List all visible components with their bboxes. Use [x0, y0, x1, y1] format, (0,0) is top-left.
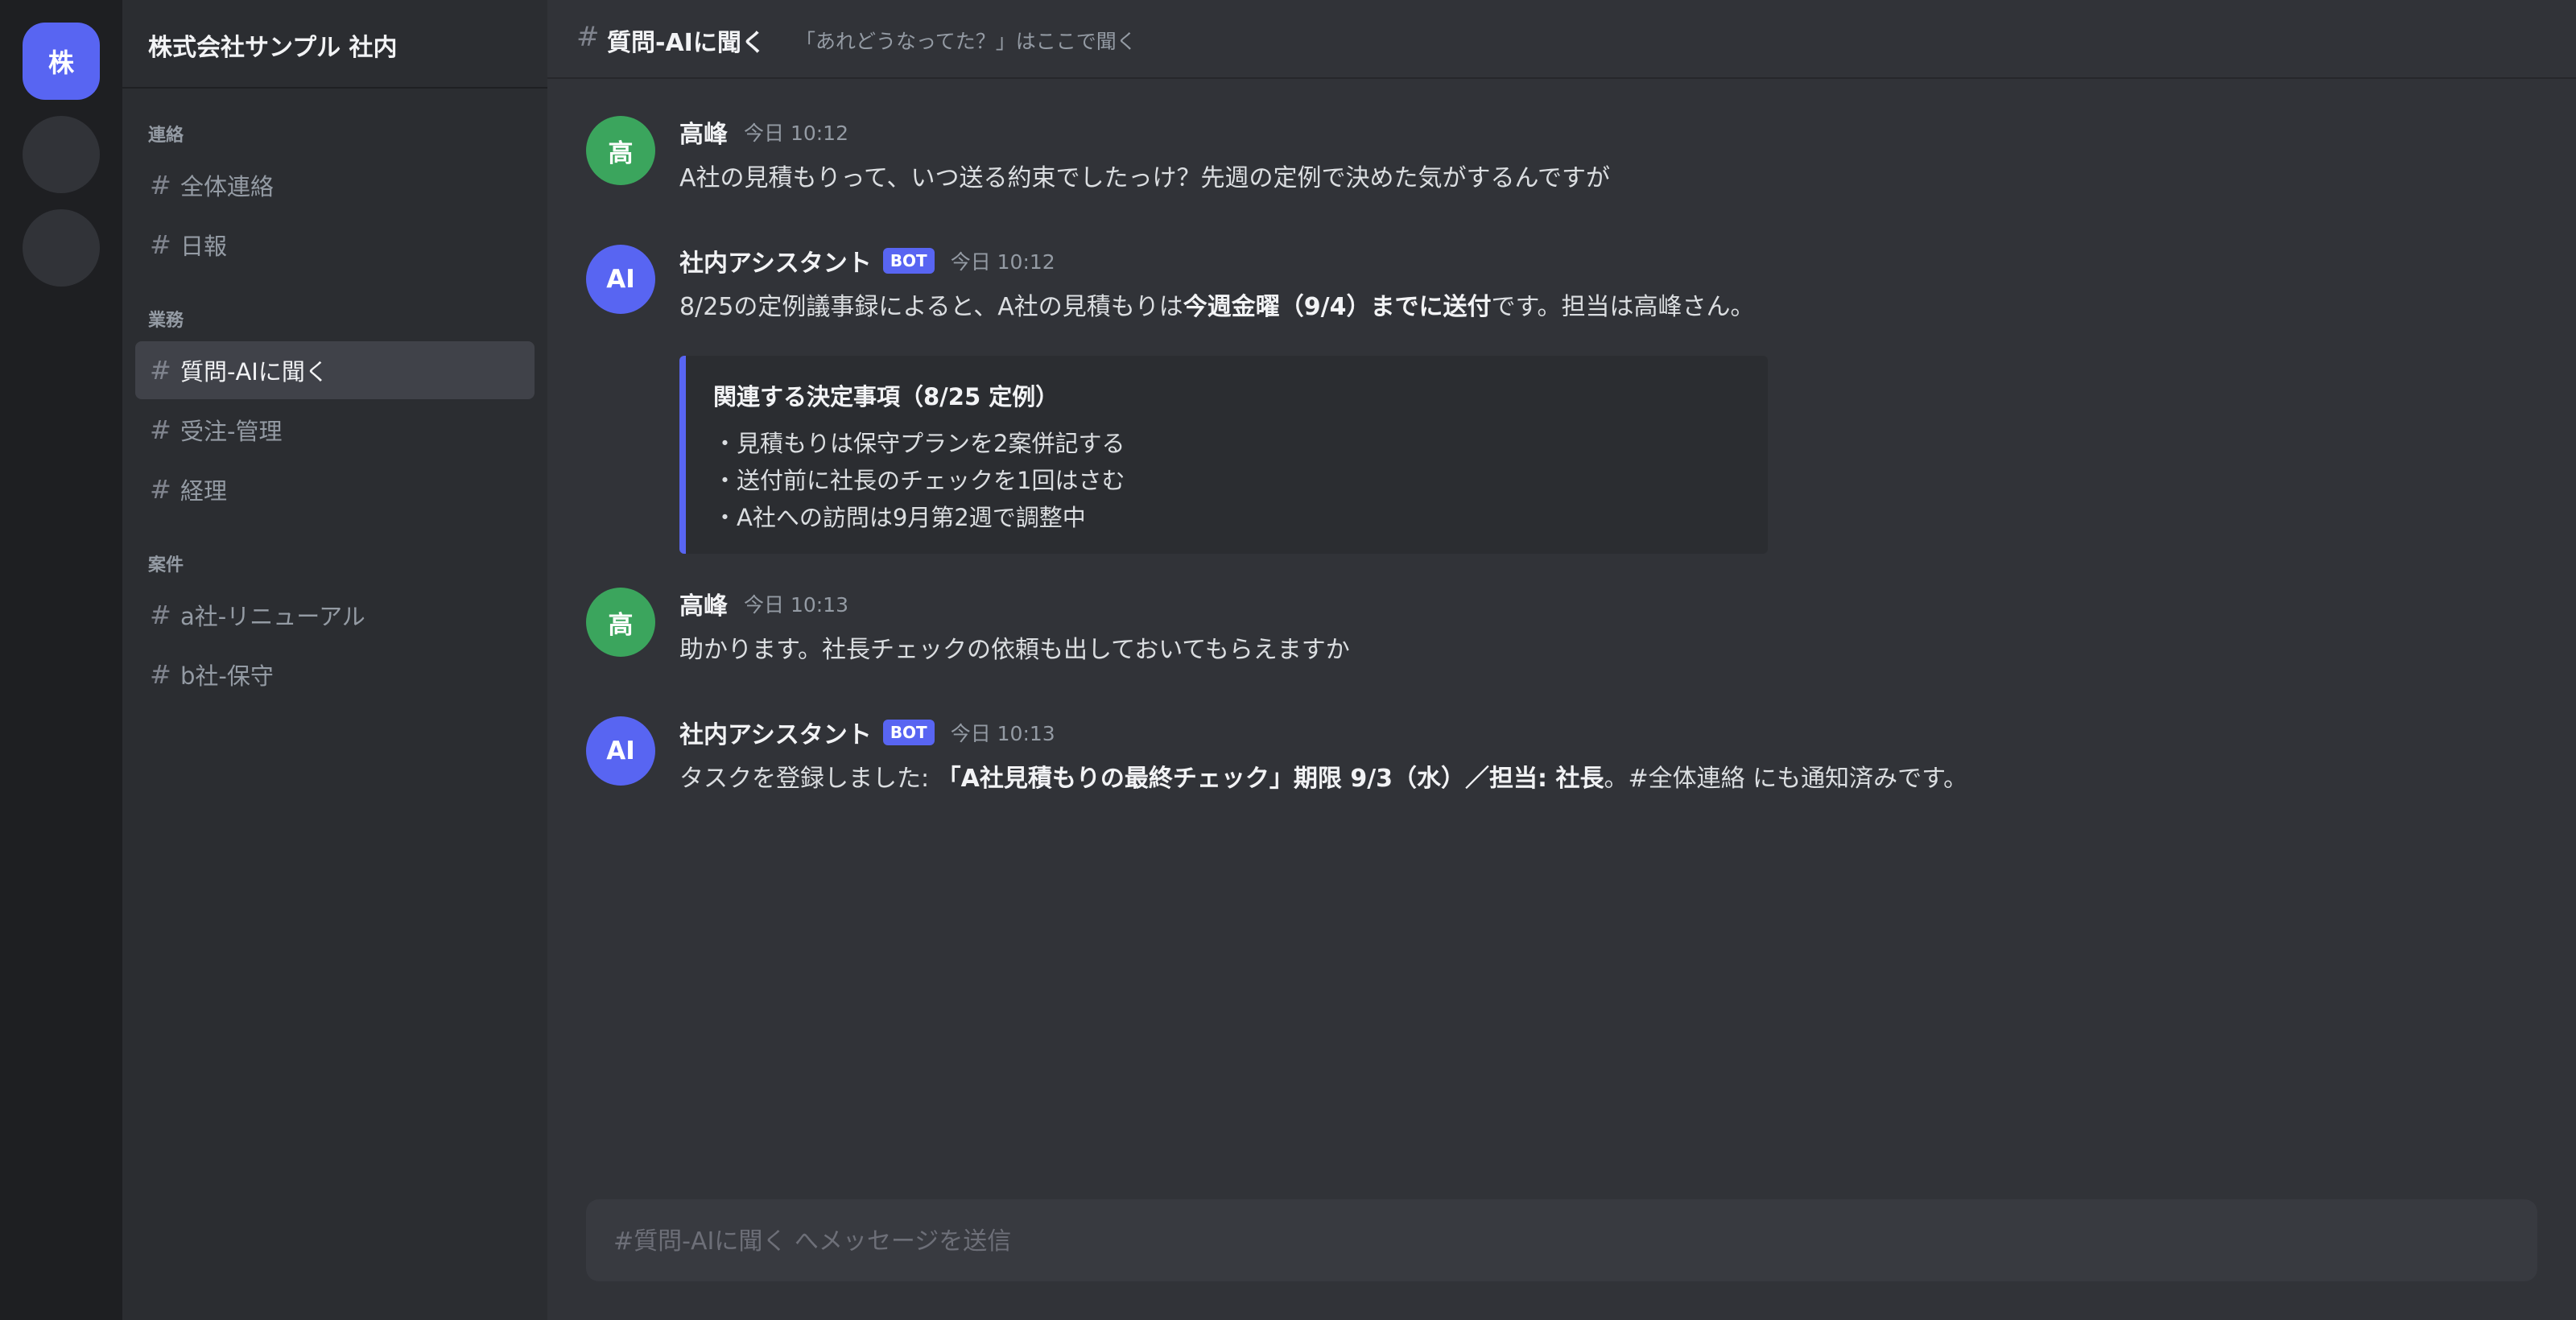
- timestamp: 今日 10:13: [744, 593, 848, 617]
- message-text-part: 8/25の定例議事録によると、A社の見積もりは: [679, 293, 1183, 321]
- timestamp: 今日 10:12: [950, 250, 1055, 274]
- message-composer: [586, 1199, 2537, 1283]
- hash-icon: #: [150, 474, 171, 505]
- message-text: 助かります。社長チェックの依頼も出しておいてもらえますか: [679, 636, 1350, 664]
- channel-name: a社-リニューアル: [180, 603, 365, 630]
- channel-name: 受注-管理: [180, 418, 283, 445]
- avatar[interactable]: AI: [586, 716, 655, 786]
- author-name[interactable]: 高峰: [679, 586, 728, 621]
- hash-icon: #: [576, 21, 600, 53]
- sidebar-channel-ai-question[interactable]: # 質問-AIに聞く: [135, 341, 535, 399]
- timestamp: 今日 10:12: [744, 122, 848, 145]
- hash-icon: #: [150, 659, 171, 690]
- hash-icon: #: [150, 170, 171, 200]
- embed-line: ・A社への訪問は9月第2週で調整中: [713, 504, 1086, 531]
- channel-title: 質問-AIに聞く: [607, 29, 766, 57]
- channel-name: 質問-AIに聞く: [180, 358, 328, 386]
- category-label[interactable]: 案件: [148, 551, 184, 576]
- message-text-bold: 今週金曜（9/4）までに送付: [1183, 293, 1492, 321]
- channel-header: # 質問-AIに聞く 「あれどうなってた？」はここで聞く: [547, 0, 2576, 79]
- message-text-part: タスクを登録しました:: [679, 765, 937, 793]
- avatar[interactable]: AI: [586, 245, 655, 314]
- message-text: A社の見積もりって、いつ送る約束でしたっけ？先週の定例で決めた気がするんですが: [679, 164, 1611, 192]
- sidebar-channel-zentai-renraku[interactable]: # 全体連絡: [135, 156, 535, 214]
- guild-name: 株式会社サンプル 社内: [148, 34, 398, 62]
- hash-icon: #: [150, 600, 171, 630]
- channel-name: 日報: [180, 233, 228, 260]
- embed-title: 関連する決定事項（8/25 定例）: [713, 383, 1059, 410]
- timestamp: 今日 10:13: [950, 722, 1055, 745]
- author-name[interactable]: 社内アシスタント: [679, 715, 872, 750]
- chat-main: # 質問-AIに聞く 「あれどうなってた？」はここで聞く 高 高峰 今日 10:…: [547, 0, 2576, 1320]
- hash-icon: #: [150, 229, 171, 260]
- sidebar-channel-keiri[interactable]: # 経理: [135, 460, 535, 518]
- category-label[interactable]: 連絡: [148, 121, 184, 146]
- message-input[interactable]: [612, 1199, 2515, 1283]
- server-icon[interactable]: [23, 116, 100, 193]
- embed-line: ・見積もりは保守プランを2案併記する: [713, 430, 1125, 457]
- channel-sidebar: 株式会社サンプル 社内 連絡 # 全体連絡 # 日報 業務 # 質問-AIに聞く…: [122, 0, 547, 1320]
- channel-name: 全体連絡: [180, 173, 275, 200]
- sidebar-channel-a-renewal[interactable]: # a社-リニューアル: [135, 586, 535, 644]
- server-icon-active[interactable]: 株: [23, 23, 100, 100]
- bot-badge: BOT: [882, 720, 935, 745]
- sidebar-channel-juchu-kanri[interactable]: # 受注-管理: [135, 401, 535, 459]
- server-icon[interactable]: [23, 209, 100, 287]
- channel-topic: 「あれどうなってた？」はここで聞く: [795, 30, 1137, 53]
- channel-name: b社-保守: [180, 662, 274, 690]
- server-rail: 株: [0, 0, 122, 1320]
- embed-line: ・送付前に社長のチェックを1回はさむ: [713, 467, 1125, 494]
- message-text-part: 。#全体連絡 にも通知済みです。: [1604, 765, 1968, 793]
- message-text-bold: 「A社見積もりの最終チェック」期限 9/3（水）／担当: 社長: [936, 765, 1604, 793]
- avatar[interactable]: 高: [586, 116, 655, 185]
- embed-card: 関連する決定事項（8/25 定例） ・見積もりは保守プランを2案併記する ・送付…: [679, 356, 1768, 554]
- guild-header[interactable]: 株式会社サンプル 社内: [122, 0, 547, 89]
- hash-icon: #: [150, 355, 171, 386]
- message-text-part: です。担当は高峰さん。: [1491, 293, 1755, 321]
- sidebar-channel-nippo[interactable]: # 日報: [135, 216, 535, 274]
- message-text: タスクを登録しました: 「A社見積もりの最終チェック」期限 9/3（水）／担当:…: [679, 758, 1967, 794]
- channel-name: 経理: [180, 477, 228, 505]
- hash-icon: #: [150, 415, 171, 445]
- message-text: 8/25の定例議事録によると、A社の見積もりは今週金曜（9/4）までに送付です。…: [679, 287, 1755, 322]
- sidebar-channel-b-hoshu[interactable]: # b社-保守: [135, 646, 535, 703]
- category-label[interactable]: 業務: [148, 306, 184, 332]
- avatar[interactable]: 高: [586, 588, 655, 657]
- author-name[interactable]: 社内アシスタント: [679, 243, 872, 278]
- author-name[interactable]: 高峰: [679, 114, 728, 150]
- bot-badge: BOT: [882, 248, 935, 274]
